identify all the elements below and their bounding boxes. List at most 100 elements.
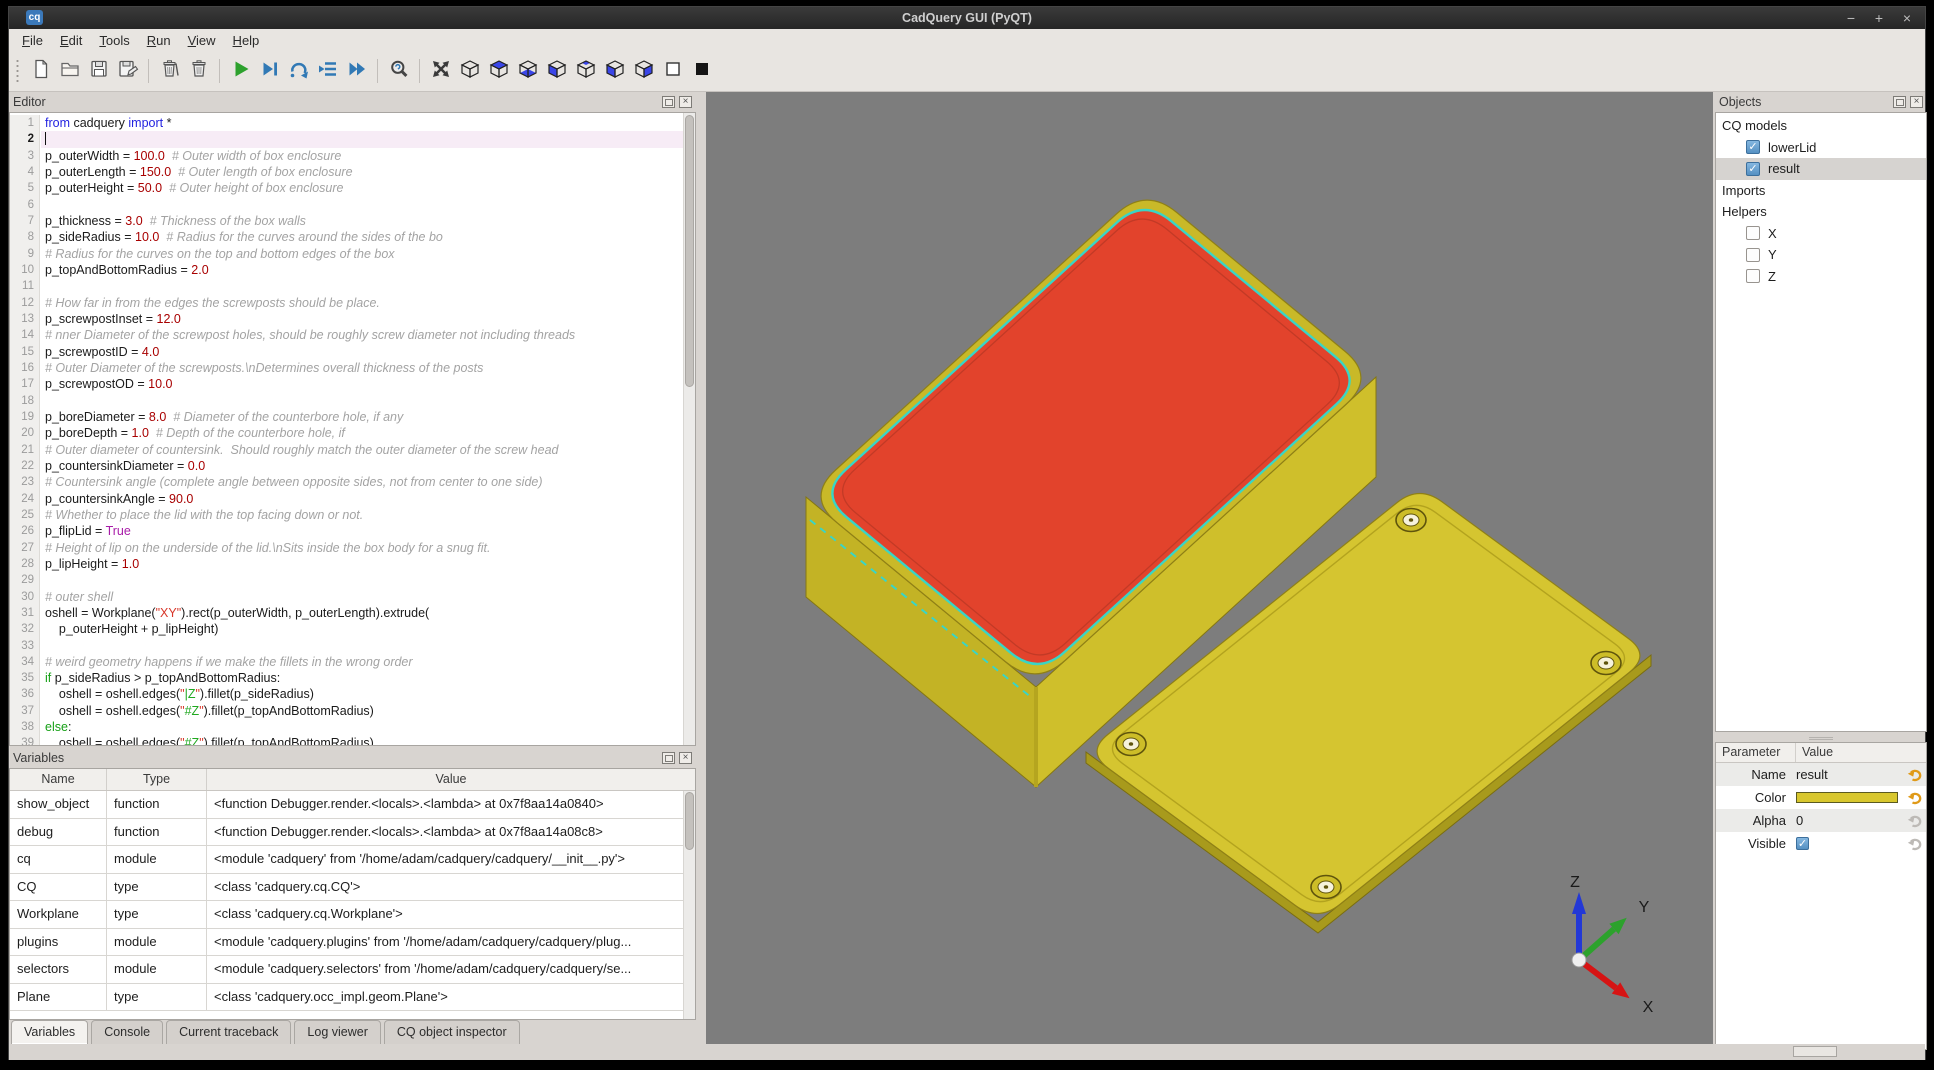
param-value-name[interactable]: result [1796, 767, 1907, 782]
variable-row[interactable]: show_objectfunction<function Debugger.re… [10, 791, 695, 819]
view-iso-button[interactable] [457, 58, 483, 84]
editor-close-button[interactable]: × [679, 96, 692, 108]
minimize-button[interactable]: − [1843, 8, 1859, 28]
checkbox-x[interactable] [1746, 226, 1760, 240]
continue-button[interactable] [344, 58, 370, 84]
variable-row[interactable]: cqmodule<module 'cadquery' from '/home/a… [10, 846, 695, 874]
code-line [41, 572, 683, 588]
viewport-3d[interactable]: ZYX [706, 92, 1713, 1050]
line-number: 25 [10, 507, 39, 523]
fit-view-button[interactable] [428, 58, 454, 84]
render-button[interactable] [228, 58, 254, 84]
objects-float-button[interactable] [1893, 96, 1906, 108]
tree-label: X [1768, 226, 1777, 241]
view-bottom-button[interactable] [515, 58, 541, 84]
debug-button[interactable] [257, 58, 283, 84]
line-number: 36 [10, 686, 39, 702]
variables-scrollbar-thumb[interactable] [685, 792, 694, 850]
close-button[interactable]: × [1899, 8, 1915, 28]
menu-help[interactable]: Help [233, 33, 260, 48]
param-value-alpha[interactable]: 0 [1796, 813, 1907, 828]
tree-label: CQ models [1722, 118, 1787, 133]
tree-item-lowerlid[interactable]: ✓lowerLid [1716, 137, 1926, 159]
variable-row[interactable]: Planetype<class 'cadquery.occ_impl.geom.… [10, 984, 695, 1012]
tab-cq-object-inspector[interactable]: CQ object inspector [384, 1020, 520, 1045]
editor-float-button[interactable] [662, 96, 675, 108]
variable-row[interactable]: debugfunction<function Debugger.render.<… [10, 819, 695, 847]
tree-item-x[interactable]: X [1716, 223, 1926, 245]
param-value-visible[interactable]: ✓ [1796, 837, 1907, 850]
line-number: 4 [10, 164, 39, 180]
toggle-comment-button[interactable] [157, 58, 183, 84]
code-line [41, 131, 683, 147]
variables-close-button[interactable]: × [679, 752, 692, 764]
tree-group-helpers[interactable]: Helpers [1716, 201, 1926, 223]
title-bar[interactable]: cq CadQuery GUI (PyQT) − + × [9, 7, 1925, 29]
code-editor[interactable]: 1234567891011121314151617181920212223242… [9, 112, 696, 746]
line-number: 3 [10, 148, 39, 164]
code-line: p_outerHeight + p_lipHeight) [41, 621, 683, 637]
tab-variables[interactable]: Variables [11, 1020, 88, 1045]
variable-row[interactable]: selectorsmodule<module 'cadquery.selecto… [10, 956, 695, 984]
menu-tools[interactable]: Tools [99, 33, 129, 48]
view-back-button[interactable] [573, 58, 599, 84]
tab-console[interactable]: Console [91, 1020, 163, 1045]
editor-scrollbar-thumb[interactable] [685, 115, 694, 387]
view-right-button[interactable] [631, 58, 657, 84]
open-file-button[interactable] [57, 58, 83, 84]
tree-item-y[interactable]: Y [1716, 244, 1926, 266]
checkbox-result[interactable]: ✓ [1746, 162, 1760, 176]
line-number: 15 [10, 344, 39, 360]
color-swatch[interactable] [1796, 792, 1898, 803]
menu-file[interactable]: File [22, 33, 43, 48]
toolbar-handle[interactable] [15, 59, 20, 83]
inspect-object-button[interactable] [386, 58, 412, 84]
window-title: CadQuery GUI (PyQT) [9, 11, 1925, 25]
checkbox-y[interactable] [1746, 248, 1760, 262]
menu-view[interactable]: View [188, 33, 216, 48]
line-numbers: 1234567891011121314151617181920212223242… [10, 115, 40, 745]
right-splitter[interactable] [1715, 734, 1927, 742]
save-as-button[interactable] [115, 58, 141, 84]
save-button[interactable] [86, 58, 112, 84]
tab-log-viewer[interactable]: Log viewer [294, 1020, 380, 1045]
variable-row[interactable]: Workplanetype<class 'cadquery.cq.Workpla… [10, 901, 695, 929]
checkbox-lowerlid[interactable]: ✓ [1746, 140, 1760, 154]
variable-row[interactable]: CQtype<class 'cadquery.cq.CQ'> [10, 874, 695, 902]
undo-icon[interactable] [1907, 768, 1923, 782]
new-file-button[interactable] [28, 58, 54, 84]
tree-item-result[interactable]: ✓result [1716, 158, 1926, 180]
tree-group-imports[interactable]: Imports [1716, 180, 1926, 202]
param-value-color[interactable] [1796, 792, 1907, 803]
variables-scrollbar[interactable] [683, 791, 695, 1019]
view-top-button[interactable] [486, 58, 512, 84]
code-area[interactable]: from cadquery import *p_outerWidth = 100… [41, 115, 683, 745]
undo-icon[interactable] [1907, 791, 1923, 805]
maximize-button[interactable]: + [1871, 8, 1887, 28]
objects-panel: Objects × CQ models✓lowerLid✓resultImpor… [1715, 92, 1927, 732]
variables-float-button[interactable] [662, 752, 675, 764]
tab-current-traceback[interactable]: Current traceback [166, 1020, 291, 1045]
editor-scrollbar[interactable] [683, 113, 695, 745]
checkbox-z[interactable] [1746, 269, 1760, 283]
step-into-button[interactable] [315, 58, 341, 84]
shaded-button[interactable] [689, 58, 715, 84]
menu-edit[interactable]: Edit [60, 33, 82, 48]
step-over-button[interactable] [286, 58, 312, 84]
tree-group-cq-models[interactable]: CQ models [1716, 115, 1926, 137]
tree-label: Z [1768, 269, 1776, 284]
view-left-button[interactable] [602, 58, 628, 84]
wireframe-button[interactable] [660, 58, 686, 84]
visible-checkbox[interactable]: ✓ [1796, 837, 1809, 850]
line-number: 7 [10, 213, 39, 229]
view-front-button[interactable] [544, 58, 570, 84]
undo-icon [1907, 814, 1923, 828]
menu-run[interactable]: Run [147, 33, 171, 48]
tree-item-z[interactable]: Z [1716, 266, 1926, 288]
code-line: p_outerWidth = 100.0 # Outer width of bo… [41, 148, 683, 164]
variable-row[interactable]: pluginsmodule<module 'cadquery.plugins' … [10, 929, 695, 957]
delete-button[interactable] [186, 58, 212, 84]
code-line: p_countersinkDiameter = 0.0 [41, 458, 683, 474]
param-label: Alpha [1716, 813, 1796, 828]
objects-close-button[interactable]: × [1910, 96, 1923, 108]
